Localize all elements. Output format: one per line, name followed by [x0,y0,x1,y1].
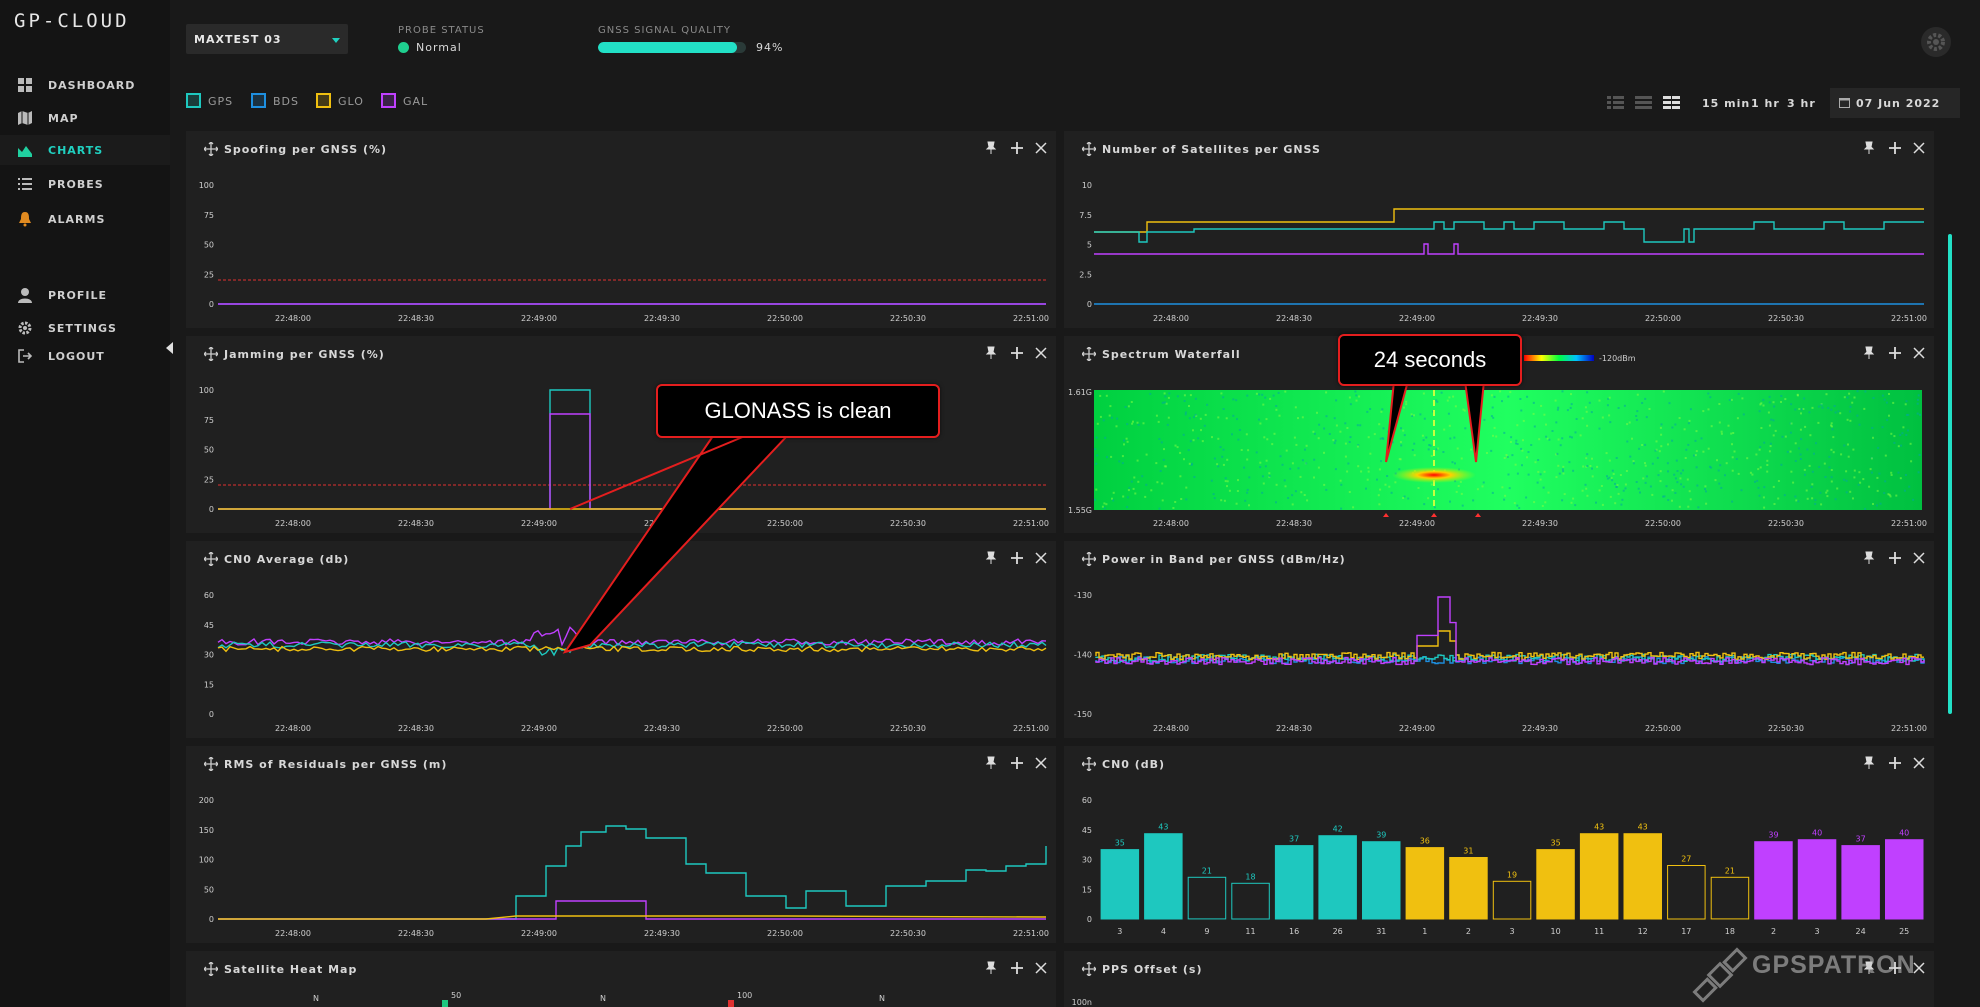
glonass-callout-pointer [562,435,790,654]
seconds-callout-pointer-right [1463,380,1486,463]
seconds-callout: 24 seconds [1338,334,1522,386]
watermark-text: GPSPATRON [1752,951,1916,979]
seconds-callout-pointer-left [1385,380,1410,463]
glonass-callout: GLONASS is clean [656,384,940,438]
callout-pointers [562,380,1486,654]
